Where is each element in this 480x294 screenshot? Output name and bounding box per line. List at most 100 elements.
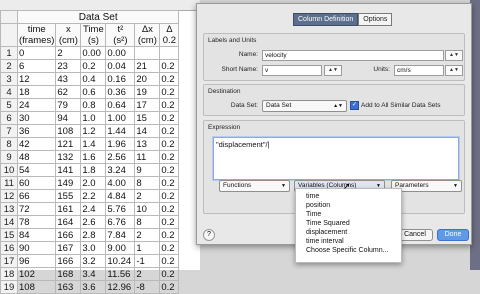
table-cell[interactable]: 0.2 [159, 215, 180, 229]
table-cell[interactable]: 141 [55, 163, 82, 177]
table-cell[interactable]: 0.2 [159, 150, 180, 164]
table-cell[interactable]: 0.2 [159, 124, 180, 138]
table-cell[interactable]: 2.56 [105, 150, 136, 164]
table-cell[interactable]: 24 [16, 98, 57, 112]
table-cell[interactable]: 108 [55, 124, 82, 138]
tab-options[interactable]: Options [358, 13, 393, 26]
table-cell[interactable]: 3.2 [80, 254, 107, 268]
table-cell[interactable]: 90 [16, 241, 57, 255]
table-cell[interactable]: 155 [55, 189, 82, 203]
table-cell[interactable]: 0.6 [80, 85, 107, 99]
menu-item-time-seconds[interactable]: Time [296, 210, 401, 219]
table-cell[interactable]: 0.2 [159, 85, 180, 99]
table-cell[interactable]: 2.8 [80, 228, 107, 242]
table-cell[interactable]: 0.2 [159, 59, 180, 73]
table-cell[interactable]: 149 [55, 176, 82, 190]
table-cell[interactable]: 84 [16, 228, 57, 242]
table-cell[interactable]: 3.0 [80, 241, 107, 255]
table-cell[interactable]: 161 [55, 202, 82, 216]
table-cell[interactable]: 1.00 [105, 111, 136, 125]
menu-item-time[interactable]: time [296, 192, 401, 201]
name-field[interactable]: velocity [262, 50, 444, 61]
table-cell[interactable]: 0.2 [159, 254, 180, 268]
table-cell[interactable]: 2 [134, 267, 161, 281]
table-cell[interactable]: 2 [55, 46, 82, 60]
menu-item-position[interactable]: position [296, 201, 401, 210]
table-cell[interactable]: 9 [134, 163, 161, 177]
table-cell[interactable]: 1 [134, 241, 161, 255]
table-cell[interactable]: 0.00 [105, 46, 136, 60]
table-cell[interactable]: 48 [16, 150, 57, 164]
table-cell[interactable]: 2 [134, 228, 161, 242]
table-cell[interactable]: 1.4 [80, 137, 107, 151]
done-button[interactable]: Done [437, 229, 469, 241]
table-cell[interactable]: 0.2 [159, 241, 180, 255]
table-cell[interactable]: 0.2 [159, 72, 180, 86]
table-cell[interactable]: 2.2 [80, 189, 107, 203]
table-cell[interactable]: 66 [16, 189, 57, 203]
table-cell[interactable]: 6 [16, 59, 57, 73]
table-cell[interactable]: 15 [134, 111, 161, 125]
table-cell[interactable]: 0.2 [159, 202, 180, 216]
table-cell[interactable]: 13 [134, 137, 161, 151]
table-cell[interactable]: 12 [16, 72, 57, 86]
table-cell[interactable]: -8 [134, 280, 161, 294]
units-field[interactable]: cm/s [394, 65, 444, 76]
table-cell[interactable]: 36 [16, 124, 57, 138]
table-cell[interactable]: 94 [55, 111, 82, 125]
table-cell[interactable]: 0 [16, 46, 57, 60]
table-cell[interactable]: 132 [55, 150, 82, 164]
menu-item-choose-column[interactable]: Choose Specific Column... [296, 246, 401, 255]
menu-item-displacement[interactable]: displacement [296, 228, 401, 237]
table-cell[interactable]: 3.6 [80, 280, 107, 294]
table-cell[interactable]: 0.2 [159, 176, 180, 190]
table-cell[interactable]: 43 [55, 72, 82, 86]
expression-field[interactable]: "displacement"/| [213, 137, 459, 180]
table-cell[interactable]: 108 [16, 280, 57, 294]
table-cell[interactable]: 9.00 [105, 241, 136, 255]
column-header[interactable]: Δ 0.2 [159, 23, 180, 47]
table-cell[interactable]: 60 [16, 176, 57, 190]
table-cell[interactable]: 0.04 [105, 59, 136, 73]
table-cell[interactable]: 30 [16, 111, 57, 125]
name-spinner[interactable]: ▲▼ [445, 50, 463, 61]
table-cell[interactable]: 1.2 [80, 124, 107, 138]
units-spinner[interactable]: ▲▼ [445, 65, 463, 76]
table-cell[interactable]: 5.76 [105, 202, 136, 216]
table-cell[interactable]: 18 [16, 85, 57, 99]
table-cell[interactable]: 1.44 [105, 124, 136, 138]
table-cell[interactable]: 8 [134, 215, 161, 229]
table-cell[interactable]: 42 [16, 137, 57, 151]
table-cell[interactable]: 10.24 [105, 254, 136, 268]
table-cell[interactable]: 8 [134, 176, 161, 190]
column-header[interactable]: x (cm) [55, 23, 82, 47]
table-cell[interactable]: -1 [134, 254, 161, 268]
table-cell[interactable]: 1.0 [80, 111, 107, 125]
table-cell[interactable]: 10 [134, 202, 161, 216]
table-cell[interactable]: 79 [55, 98, 82, 112]
table-cell[interactable]: 166 [55, 254, 82, 268]
table-cell[interactable]: 78 [16, 215, 57, 229]
table-cell[interactable]: 0.64 [105, 98, 136, 112]
table-cell[interactable]: 4.00 [105, 176, 136, 190]
short-name-spinner[interactable]: ▲▼ [324, 65, 342, 76]
table-cell[interactable]: 0.2 [159, 280, 180, 294]
table-cell[interactable]: 0.2 [159, 189, 180, 203]
table-cell[interactable]: 21 [134, 59, 161, 73]
table-cell[interactable]: 0.16 [105, 72, 136, 86]
table-cell[interactable]: 0.2 [80, 59, 107, 73]
table-cell[interactable]: 163 [55, 280, 82, 294]
help-button[interactable]: ? [203, 229, 215, 241]
table-cell[interactable] [134, 46, 161, 60]
table-cell[interactable]: 20 [134, 72, 161, 86]
tab-column-definition[interactable]: Column Definition [293, 13, 359, 26]
table-cell[interactable]: 121 [55, 137, 82, 151]
column-header[interactable]: Δx (cm) [134, 23, 161, 47]
column-header[interactable]: Time (s) [80, 23, 107, 47]
table-cell[interactable]: 4.84 [105, 189, 136, 203]
table-cell[interactable]: 96 [16, 254, 57, 268]
table-cell[interactable]: 62 [55, 85, 82, 99]
table-cell[interactable]: 17 [134, 98, 161, 112]
table-cell[interactable]: 0.2 [159, 137, 180, 151]
table-cell[interactable]: 168 [55, 267, 82, 281]
